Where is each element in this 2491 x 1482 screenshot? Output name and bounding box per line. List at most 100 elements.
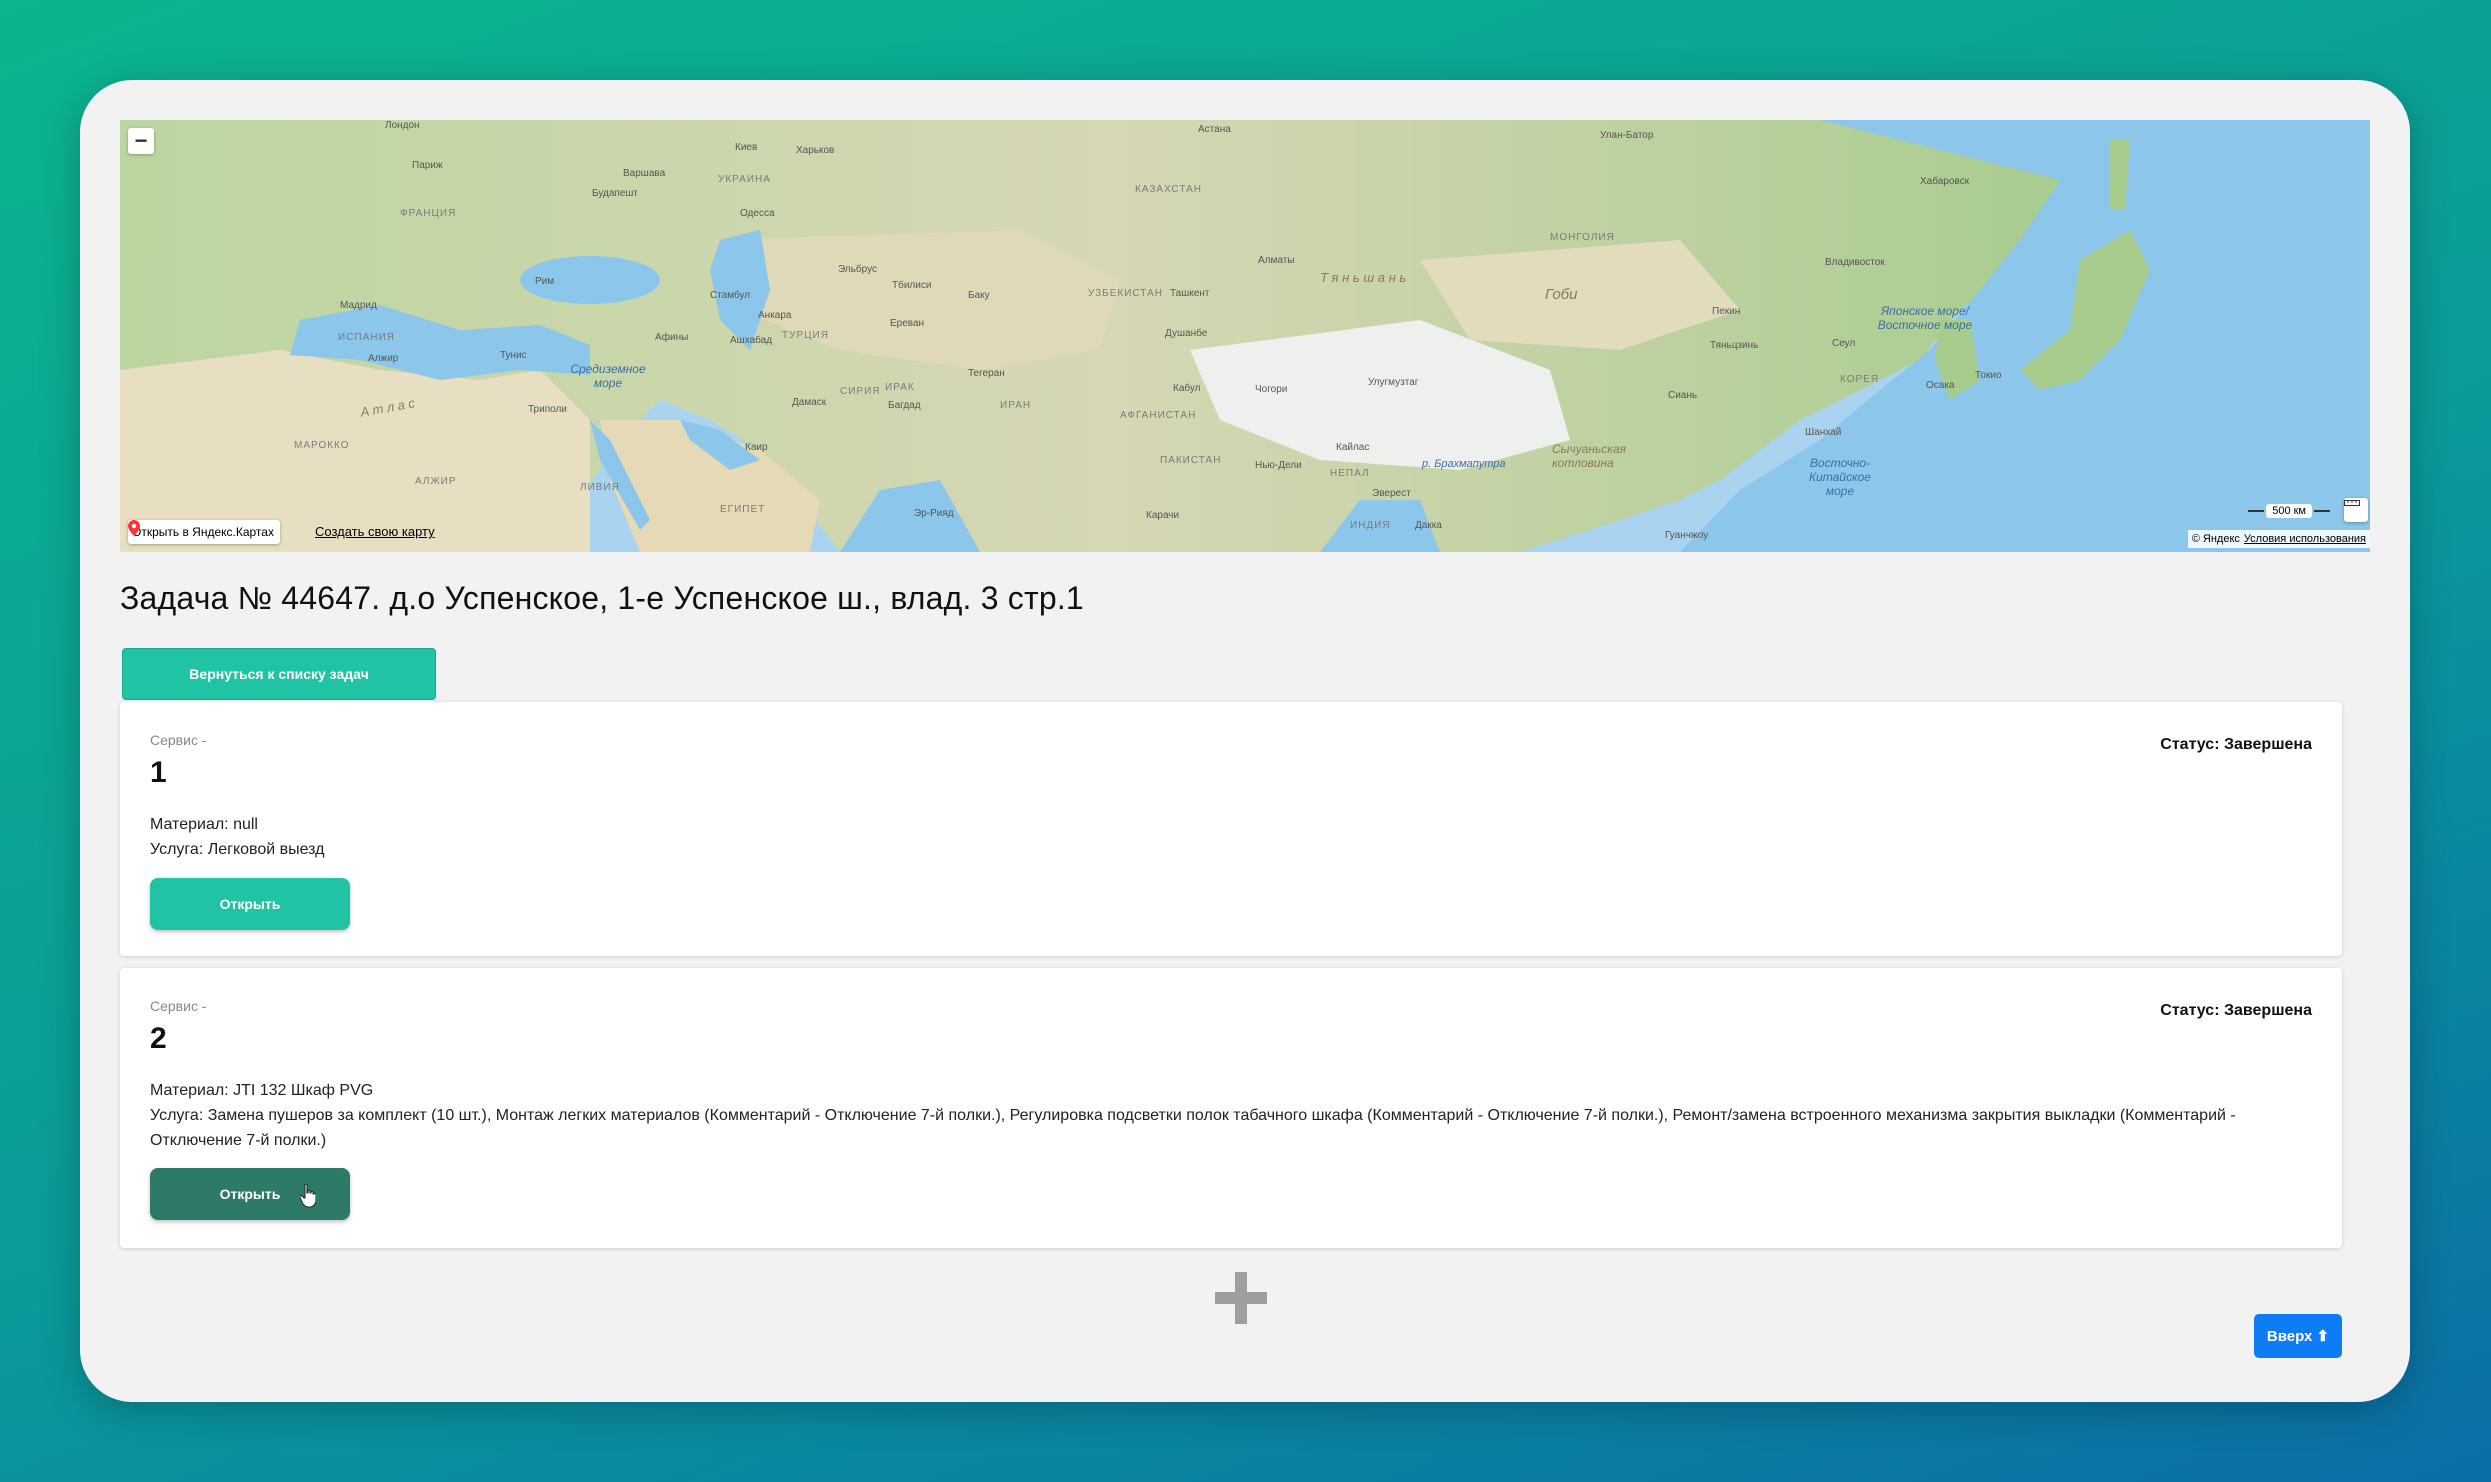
map-label: Ташкент bbox=[1170, 288, 1210, 299]
map-label: Эр-Рияд bbox=[914, 508, 954, 519]
map-label: Осака bbox=[1926, 380, 1955, 391]
terms-link[interactable]: Условия использования bbox=[2244, 533, 2366, 545]
map[interactable]: − Лондон Париж Мадрид Рим Киев Харьков А… bbox=[120, 120, 2370, 552]
map-label: Сычуаньская котловина bbox=[1552, 442, 1627, 470]
map-label: ПАКИСТАН bbox=[1160, 455, 1222, 466]
scale-bar-right bbox=[2314, 510, 2330, 512]
service-text: Услуга: Легковой выезд bbox=[150, 841, 325, 858]
map-terrain bbox=[120, 120, 2370, 552]
map-label: Рим bbox=[535, 276, 555, 287]
service-card: Сервис - 2 Статус: Завершена Материал: J… bbox=[120, 968, 2342, 1248]
ruler-icon[interactable] bbox=[2344, 498, 2368, 522]
map-label: НЕПАЛ bbox=[1330, 468, 1370, 479]
map-label: Киев bbox=[735, 142, 758, 153]
map-label: КОРЕЯ bbox=[1840, 374, 1880, 385]
map-label: Хабаровск bbox=[1920, 176, 1969, 187]
map-label: ИНДИЯ bbox=[1350, 520, 1391, 531]
map-label: Будапешт bbox=[592, 188, 638, 199]
zoom-out-button[interactable]: − bbox=[128, 128, 154, 154]
map-label: УЗБЕКИСТАН bbox=[1088, 288, 1163, 299]
map-label: Средиземное море bbox=[570, 362, 646, 390]
map-label: Мадрид bbox=[340, 300, 377, 311]
map-label: АЛЖИР bbox=[415, 476, 457, 487]
map-label: Тегеран bbox=[968, 368, 1005, 379]
map-label: Токио bbox=[1975, 370, 2002, 381]
map-label: Алматы bbox=[1258, 255, 1295, 266]
map-label: ИСПАНИЯ bbox=[338, 332, 395, 343]
map-label: ЛИВИЯ bbox=[580, 482, 620, 493]
page-title: Задача № 44647. д.о Успенское, 1-е Успен… bbox=[120, 580, 1084, 616]
open-in-yandex-label: Открыть в Яндекс.Картах bbox=[132, 525, 274, 539]
map-label: Эльбрус bbox=[838, 264, 877, 275]
map-label: Японское море/Восточное море bbox=[1877, 304, 1973, 332]
map-label: Анкара bbox=[758, 310, 792, 321]
scale-label: 500 км bbox=[2266, 504, 2312, 518]
app-window: − Лондон Париж Мадрид Рим Киев Харьков А… bbox=[80, 80, 2410, 1402]
map-label: Афины bbox=[655, 332, 689, 343]
map-label: Варшава bbox=[623, 168, 666, 179]
map-label: Улан-Батор bbox=[1600, 130, 1654, 141]
material-text: Материал: null bbox=[150, 816, 258, 833]
map-label: КАЗАХСТАН bbox=[1135, 184, 1202, 195]
service-label: Сервис - bbox=[150, 998, 207, 1014]
service-label: Сервис - bbox=[150, 732, 207, 748]
scroll-top-button[interactable]: Вверх ⬆ bbox=[2254, 1314, 2342, 1358]
map-label: Гуанчжоу bbox=[1665, 530, 1709, 541]
map-label: Пекин bbox=[1712, 306, 1741, 317]
map-label: Дамаск bbox=[792, 397, 827, 408]
map-label: Т я н ь ш а н ь bbox=[1320, 270, 1407, 285]
open-button[interactable]: Открыть bbox=[150, 1168, 350, 1220]
map-label: Душанбе bbox=[1165, 328, 1208, 339]
map-label: Алжир bbox=[368, 353, 399, 364]
map-pin-icon bbox=[128, 520, 140, 536]
map-label: Нью-Дели bbox=[1255, 460, 1302, 471]
map-label: АФГАНИСТАН bbox=[1120, 410, 1197, 421]
map-label: Эверест bbox=[1372, 488, 1411, 499]
map-label: Сеул bbox=[1832, 338, 1856, 349]
service-text: Услуга: Замена пушеров за комплект (10 ш… bbox=[150, 1107, 2236, 1149]
map-label: Лондон bbox=[385, 120, 420, 131]
open-in-yandex-button[interactable]: Открыть в Яндекс.Картах bbox=[128, 520, 280, 544]
map-scale: 500 км bbox=[2248, 502, 2330, 520]
map-label: Багдад bbox=[888, 400, 921, 411]
service-card: Сервис - 1 Статус: Завершена Материал: n… bbox=[120, 702, 2342, 956]
map-label: Одесса bbox=[740, 208, 775, 219]
map-label: УКРАИНА bbox=[718, 174, 771, 185]
map-label: Харьков bbox=[796, 145, 835, 156]
map-label: ФРАНЦИЯ bbox=[400, 208, 457, 219]
create-map-link[interactable]: Создать свою карту bbox=[315, 524, 435, 539]
scale-bar-left bbox=[2248, 510, 2265, 512]
map-label: МАРОККО bbox=[294, 440, 350, 451]
status-badge: Статус: Завершена bbox=[2160, 1002, 2312, 1019]
map-label: Каир bbox=[745, 442, 768, 453]
map-label: Астана bbox=[1198, 124, 1231, 135]
map-label: ЕГИПЕТ bbox=[720, 504, 766, 515]
map-label: Париж bbox=[412, 160, 443, 171]
map-label: МОНГОЛИЯ bbox=[1550, 232, 1615, 243]
map-label: Улугмузтаг bbox=[1368, 377, 1419, 388]
add-icon[interactable] bbox=[1215, 1272, 1267, 1324]
copyright-text: © Яндекс bbox=[2191, 533, 2240, 545]
back-to-tasks-button[interactable]: Вернуться к списку задач bbox=[122, 648, 436, 700]
open-button[interactable]: Открыть bbox=[150, 878, 350, 930]
map-label: Чогори bbox=[1255, 384, 1288, 395]
map-label: Гоби bbox=[1545, 286, 1578, 303]
map-label: Тяньцзинь bbox=[1710, 340, 1759, 351]
map-label: ИРАК bbox=[885, 382, 915, 393]
map-label: Дакка bbox=[1415, 520, 1442, 531]
map-label: Ереван bbox=[890, 318, 925, 329]
map-label: ТУРЦИЯ bbox=[782, 330, 829, 341]
map-label: Тбилиси bbox=[892, 280, 932, 291]
hand-cursor-icon bbox=[300, 1184, 316, 1208]
map-label: СИРИЯ bbox=[840, 386, 881, 397]
map-label: Ашхабад bbox=[730, 335, 773, 346]
ruler-glyph bbox=[2344, 500, 2360, 506]
material-text: Материал: JTI 132 Шкаф PVG bbox=[150, 1082, 374, 1099]
service-number: 1 bbox=[150, 756, 167, 789]
map-label: Триполи bbox=[528, 404, 567, 415]
map-label: Сиань bbox=[1668, 390, 1698, 401]
map-label: Кайлас bbox=[1336, 442, 1370, 453]
map-label: ИРАН bbox=[1000, 400, 1032, 411]
map-label: Карачи bbox=[1146, 510, 1180, 521]
map-label: Владивосток bbox=[1825, 257, 1885, 268]
